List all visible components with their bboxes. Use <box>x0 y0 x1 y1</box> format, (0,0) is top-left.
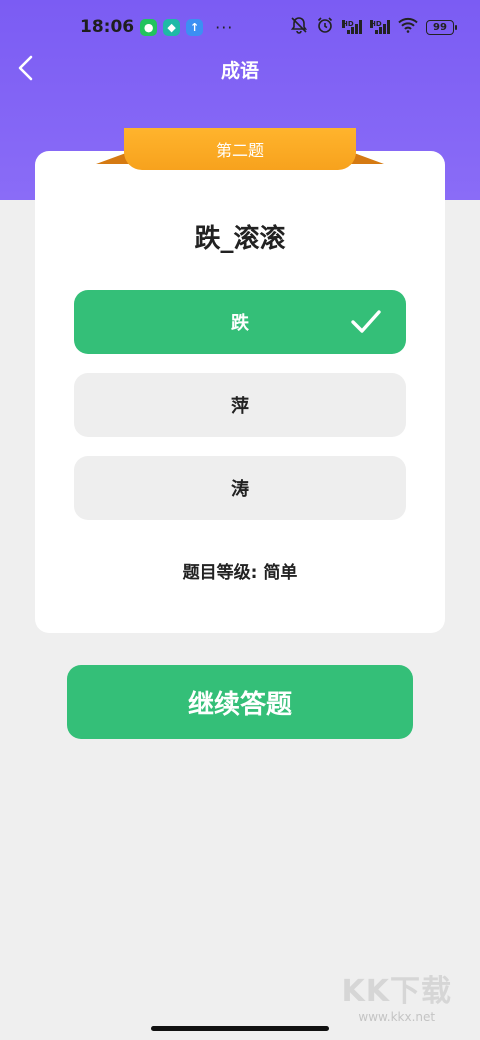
wifi-icon <box>398 17 418 37</box>
checkmark-icon <box>351 310 381 333</box>
signal-hd-icon-2: HD <box>370 20 390 34</box>
difficulty-level: 题目等级: 简单 <box>182 563 298 583</box>
continue-button[interactable]: 继续答题 <box>67 665 413 739</box>
status-right: HD HD 99 <box>290 16 457 38</box>
option-label: 跌 <box>231 313 249 334</box>
screen: 18:06 ● ◆ ↑ ··· HD HD 99 成语 第二题 跌_滚滚 跌 萍… <box>0 0 480 1040</box>
option-1[interactable]: 跌 <box>74 290 406 354</box>
upload-icon: ↑ <box>186 18 204 36</box>
question-number-ribbon: 第二题 <box>96 128 384 172</box>
signal-hd-icon: HD <box>342 20 362 34</box>
wechat-icon: ● <box>140 18 158 36</box>
option-label: 萍 <box>231 396 249 417</box>
question-text: 跌_滚滚 <box>194 224 286 254</box>
ribbon-label: 第二题 <box>124 128 356 170</box>
mute-bell-icon <box>290 16 308 38</box>
watermark-url: www.kkx.net <box>358 1010 436 1024</box>
battery-icon: 99 <box>426 19 457 35</box>
watermark-logo: KK下载 <box>341 974 452 1009</box>
option-2[interactable]: 萍 <box>74 373 406 437</box>
more-notifications-icon: ··· <box>215 17 234 37</box>
nav-bar: 成语 <box>0 44 480 94</box>
option-label: 涛 <box>231 479 249 500</box>
watermark: KK下载 www.kkx.net <box>342 966 453 1024</box>
page-title: 成语 <box>220 60 259 82</box>
status-time: 18:06 <box>80 17 135 37</box>
alarm-icon <box>316 16 334 38</box>
home-indicator[interactable] <box>151 1026 329 1031</box>
option-3[interactable]: 涛 <box>74 456 406 520</box>
shield-icon: ◆ <box>163 18 181 36</box>
